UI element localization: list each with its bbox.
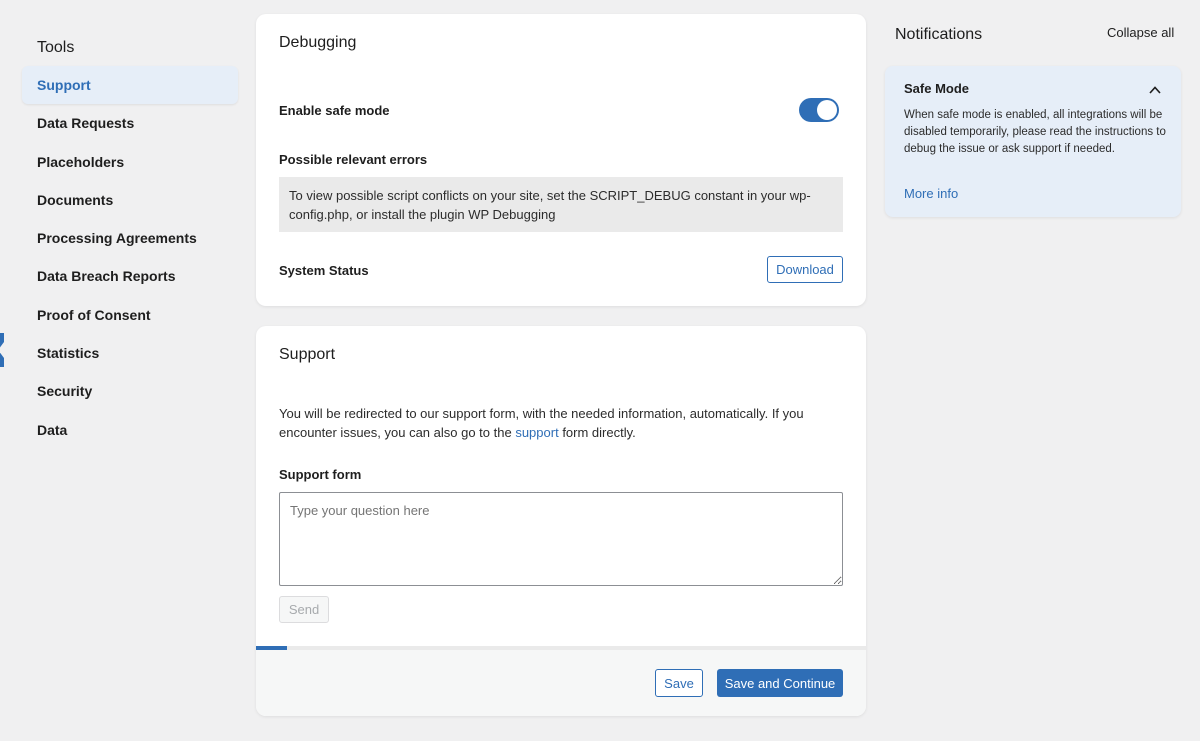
left-edge-marker <box>0 333 4 367</box>
support-question-input[interactable] <box>279 492 843 586</box>
debugging-card: Debugging Enable safe mode Possible rele… <box>256 14 866 306</box>
sidebar-item-data[interactable]: Data <box>22 411 238 449</box>
sidebar-item-placeholders[interactable]: Placeholders <box>22 143 238 181</box>
sidebar-item-support[interactable]: Support <box>22 66 238 104</box>
collapse-all-link[interactable]: Collapse all <box>1107 25 1174 40</box>
notification-safe-mode: Safe Mode When safe mode is enabled, all… <box>885 66 1181 217</box>
send-button[interactable]: Send <box>279 596 329 623</box>
save-and-continue-button[interactable]: Save and Continue <box>717 669 843 697</box>
notification-title: Safe Mode <box>904 81 970 96</box>
notification-text: When safe mode is enabled, all integrati… <box>904 109 1166 155</box>
notifications-title: Notifications <box>895 26 983 43</box>
sidebar-item-data-breach-reports[interactable]: Data Breach Reports <box>22 257 238 295</box>
toggle-knob <box>817 100 837 120</box>
support-link[interactable]: support <box>515 425 558 440</box>
support-title: Support <box>279 346 336 363</box>
debugging-title: Debugging <box>279 34 357 51</box>
safe-mode-toggle[interactable] <box>799 98 839 122</box>
save-button[interactable]: Save <box>655 669 703 697</box>
download-button[interactable]: Download <box>767 256 843 283</box>
sidebar-item-documents[interactable]: Documents <box>22 181 238 219</box>
support-card: Support You will be redirected to our su… <box>256 326 866 716</box>
support-form-label: Support form <box>279 467 362 482</box>
card-footer: Save Save and Continue <box>256 650 866 716</box>
more-info-link[interactable]: More info <box>904 186 958 201</box>
sidebar-item-data-requests[interactable]: Data Requests <box>22 104 238 142</box>
errors-label: Possible relevant errors <box>279 152 428 167</box>
sidebar-title: Tools <box>37 39 75 56</box>
safe-mode-label: Enable safe mode <box>279 103 390 118</box>
support-intro: You will be redirected to our support fo… <box>279 404 839 442</box>
support-intro-after: form directly. <box>558 425 636 440</box>
sidebar-item-statistics[interactable]: Statistics <box>22 334 238 372</box>
system-status-label: System Status <box>279 263 369 278</box>
sidebar-item-processing-agreements[interactable]: Processing Agreements <box>22 219 238 257</box>
chevron-up-icon[interactable] <box>1148 83 1162 97</box>
sidebar-item-proof-of-consent[interactable]: Proof of Consent <box>22 296 238 334</box>
sidebar: Tools Support Data Requests Placeholders… <box>22 28 238 449</box>
errors-notice: To view possible script conflicts on you… <box>279 177 843 232</box>
sidebar-item-security[interactable]: Security <box>22 372 238 410</box>
